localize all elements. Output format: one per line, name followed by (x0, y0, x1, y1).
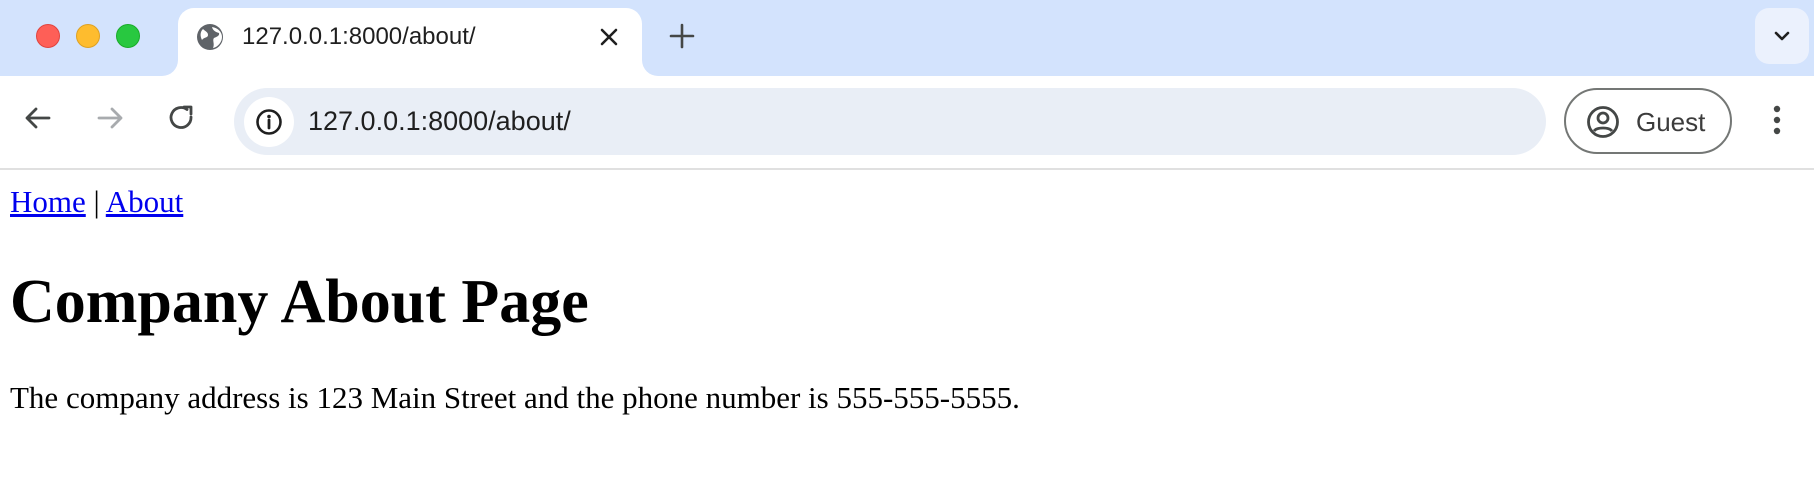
window-minimize-button[interactable] (76, 24, 100, 48)
arrow-left-icon (25, 107, 51, 129)
window-maximize-button[interactable] (116, 24, 140, 48)
page-title: Company About Page (10, 268, 589, 336)
info-icon (256, 109, 282, 135)
tab-search-button[interactable] (1755, 8, 1809, 64)
more-vertical-icon[interactable] (1762, 100, 1792, 140)
tab-title: 127.0.0.1:8000/about/ (242, 23, 476, 50)
site-nav: Home | About (10, 184, 183, 220)
tab-strip: 127.0.0.1:8000/about/ (0, 0, 1814, 76)
chevron-down-icon (1774, 31, 1790, 41)
globe-icon (196, 23, 224, 51)
back-button[interactable] (22, 102, 54, 134)
close-icon[interactable] (596, 24, 622, 50)
browser-toolbar: 127.0.0.1:8000/about/ Guest (0, 76, 1814, 170)
forward-button[interactable] (94, 102, 126, 134)
site-info-button[interactable] (244, 97, 294, 147)
nav-separator: | (93, 184, 100, 219)
profile-label: Guest (1636, 107, 1706, 137)
company-info-text: The company address is 123 Main Street a… (10, 380, 1020, 415)
url-text[interactable]: 127.0.0.1:8000/about/ (308, 104, 571, 138)
plus-icon[interactable] (668, 22, 696, 50)
account-circle-icon (1587, 106, 1619, 138)
nav-link-about[interactable]: About (106, 184, 184, 219)
address-bar[interactable]: 127.0.0.1:8000/about/ (234, 88, 1546, 155)
nav-link-home[interactable]: Home (10, 184, 86, 219)
reload-button[interactable] (166, 102, 198, 134)
profile-button[interactable]: Guest (1564, 88, 1732, 154)
window-close-button[interactable] (36, 24, 60, 48)
browser-tab-active[interactable]: 127.0.0.1:8000/about/ (178, 8, 642, 76)
arrow-right-icon (97, 107, 123, 129)
reload-icon (169, 105, 193, 129)
